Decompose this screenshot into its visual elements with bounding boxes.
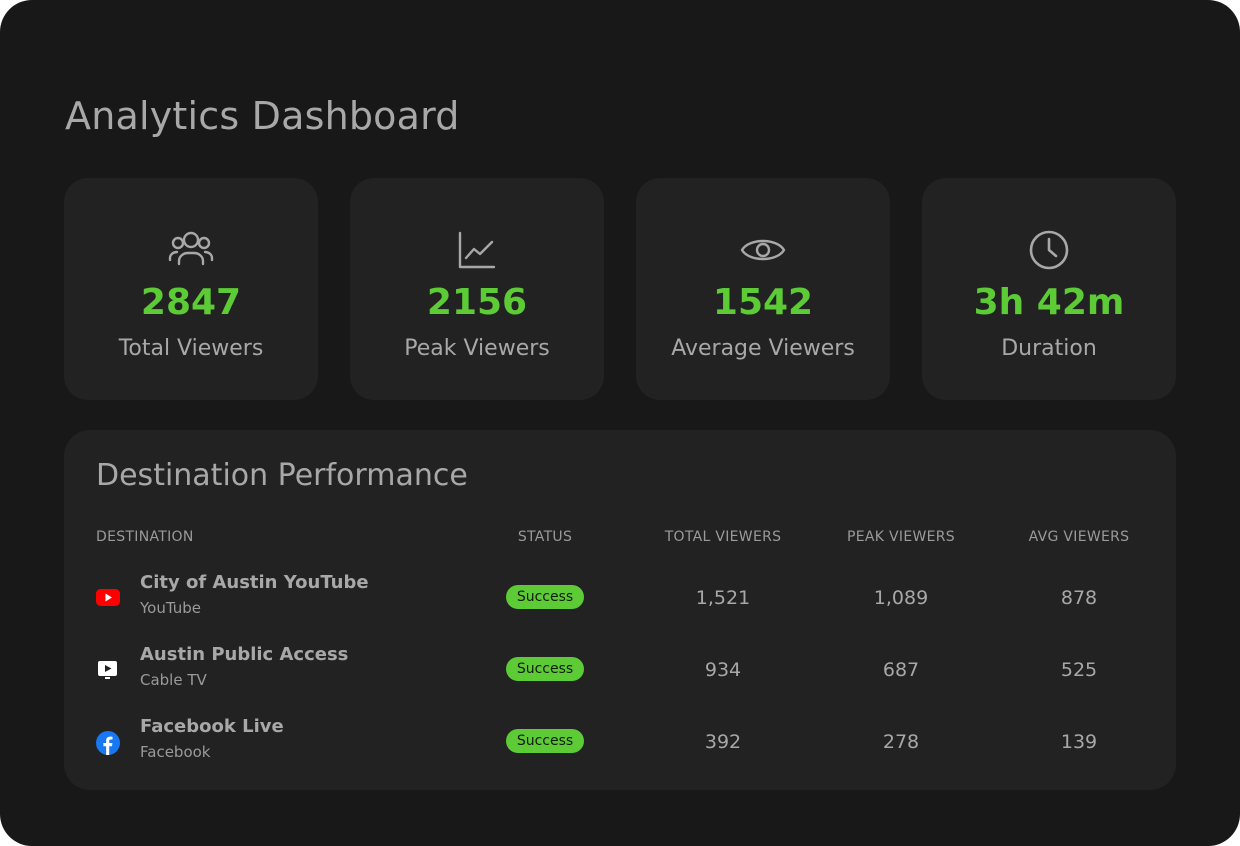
facebook-icon bbox=[96, 731, 120, 755]
column-header-status: STATUS bbox=[517, 529, 573, 545]
destination-performance-panel: Destination Performance DESTINATION STAT… bbox=[64, 430, 1176, 790]
stat-card-average-viewers: 1542 Average Viewers bbox=[636, 178, 890, 400]
total-viewers-cell: 392 bbox=[704, 731, 742, 753]
column-header-peak-viewers: PEAK VIEWERS bbox=[847, 529, 955, 545]
status-badge: Success bbox=[506, 657, 584, 681]
stat-value: 2847 bbox=[140, 282, 242, 323]
dashboard-window: Analytics Dashboard 2847 Total Viewers 2… bbox=[0, 0, 1240, 846]
avg-viewers-cell: 878 bbox=[1060, 587, 1098, 609]
stat-label: Total Viewers bbox=[118, 336, 264, 361]
peak-viewers-cell: 687 bbox=[882, 659, 920, 681]
stat-value: 3h 42m bbox=[973, 282, 1125, 323]
stat-card-duration: 3h 42m Duration bbox=[922, 178, 1176, 400]
stat-value: 2156 bbox=[426, 282, 528, 323]
avg-viewers-cell: 139 bbox=[1060, 731, 1098, 753]
destination-type: Facebook bbox=[140, 743, 211, 761]
destination-name: Facebook Live bbox=[140, 716, 284, 737]
table-row[interactable]: Austin Public Access Cable TV Success 93… bbox=[64, 640, 1176, 700]
column-header-avg-viewers: AVG VIEWERS bbox=[1028, 529, 1130, 545]
stat-card-total-viewers: 2847 Total Viewers bbox=[64, 178, 318, 400]
avg-viewers-cell: 525 bbox=[1060, 659, 1098, 681]
stat-label: Duration bbox=[1001, 336, 1097, 361]
stat-value: 1542 bbox=[712, 282, 814, 323]
panel-title: Destination Performance bbox=[96, 458, 468, 493]
table-row[interactable]: City of Austin YouTube YouTube Success 1… bbox=[64, 568, 1176, 628]
destination-type: Cable TV bbox=[140, 671, 207, 689]
peak-viewers-cell: 1,089 bbox=[873, 587, 929, 609]
destination-name: City of Austin YouTube bbox=[140, 572, 369, 593]
total-viewers-cell: 1,521 bbox=[695, 587, 751, 609]
column-header-destination: DESTINATION bbox=[96, 529, 194, 545]
youtube-icon bbox=[96, 587, 120, 609]
users-icon bbox=[64, 228, 318, 272]
destination-type: YouTube bbox=[140, 599, 201, 617]
clock-icon bbox=[922, 228, 1176, 272]
eye-icon bbox=[636, 228, 890, 272]
cable-tv-icon bbox=[96, 659, 120, 681]
peak-viewers-cell: 278 bbox=[882, 731, 920, 753]
status-badge: Success bbox=[506, 729, 584, 753]
destination-name: Austin Public Access bbox=[140, 644, 349, 665]
total-viewers-cell: 934 bbox=[704, 659, 742, 681]
stat-label: Average Viewers bbox=[671, 336, 855, 361]
stat-label: Peak Viewers bbox=[404, 336, 550, 361]
column-header-total-viewers: TOTAL VIEWERS bbox=[664, 529, 782, 545]
line-chart-icon bbox=[350, 228, 604, 272]
stat-card-peak-viewers: 2156 Peak Viewers bbox=[350, 178, 604, 400]
status-badge: Success bbox=[506, 585, 584, 609]
page-title: Analytics Dashboard bbox=[65, 94, 460, 138]
table-row[interactable]: Facebook Live Facebook Success 392 278 1… bbox=[64, 712, 1176, 772]
